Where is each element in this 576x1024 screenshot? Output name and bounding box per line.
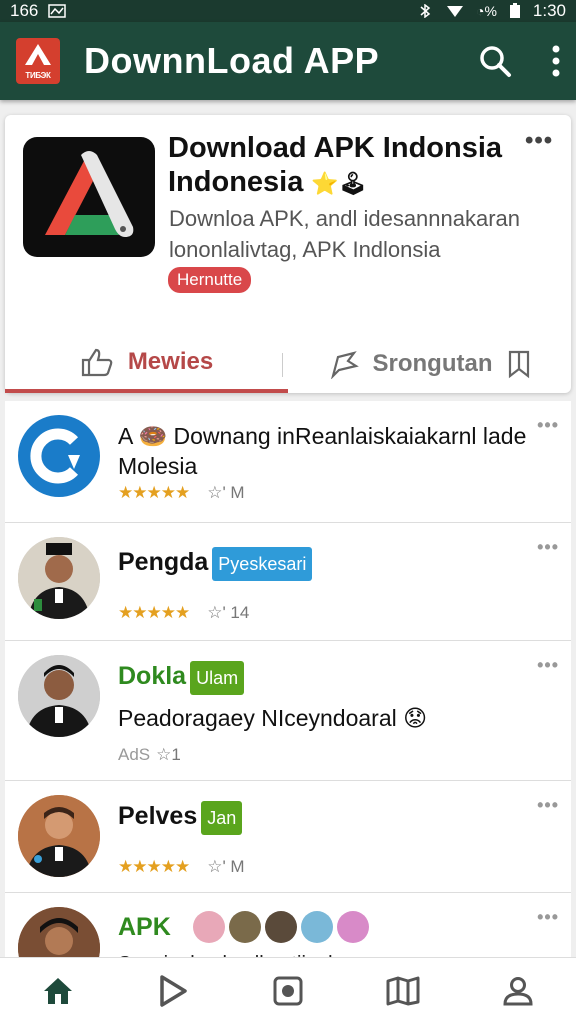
title-emoji: ⭐🕹 bbox=[311, 171, 367, 196]
item-title: Pelves Jan bbox=[118, 801, 243, 835]
person-avatar-icon bbox=[18, 795, 100, 877]
battery-percent: % bbox=[484, 3, 497, 19]
app-description: Downloa APK, andl idesannnakaran lononla… bbox=[169, 206, 521, 262]
app-bar: TИБЭК DownnLoad APP bbox=[0, 22, 576, 100]
ads-row: AdS ☆1 bbox=[118, 745, 181, 765]
tab-divider bbox=[282, 353, 283, 377]
avatar bbox=[18, 655, 100, 737]
status-time: 1:30 bbox=[532, 1, 566, 20]
item-title: Pengda Pyeskesari bbox=[118, 547, 313, 581]
nav-profile[interactable] bbox=[488, 966, 548, 1016]
map-icon bbox=[386, 976, 420, 1006]
item-more-icon[interactable]: ••• bbox=[537, 795, 559, 816]
item-more-icon[interactable]: ••• bbox=[537, 415, 559, 436]
list-item[interactable]: APK Sunsinaknakaelkuutiinal ••• bbox=[5, 893, 571, 957]
item-title: A 🍩 Downang inReanlaiskaiakarnl lade Mol… bbox=[118, 423, 527, 479]
person-avatar-icon bbox=[18, 655, 100, 737]
ads-meta: ☆1 bbox=[156, 745, 181, 764]
item-name: Pengda bbox=[118, 548, 209, 577]
wifi-icon bbox=[446, 6, 463, 17]
nav-play[interactable] bbox=[143, 966, 203, 1016]
app-a-logo-icon bbox=[45, 151, 134, 237]
status-bar: 166 ◔% 1:30 bbox=[0, 0, 576, 22]
rating-stars: ★★★★★ ☆' 14 bbox=[118, 603, 249, 623]
notification-icon bbox=[48, 4, 67, 18]
item-more-icon[interactable]: ••• bbox=[537, 655, 559, 676]
avatar bbox=[18, 795, 100, 877]
app-title-line2: Indonesia bbox=[168, 166, 304, 198]
mini-avatar bbox=[192, 911, 225, 943]
list-item[interactable]: A 🍩 Downang inReanlaiskaiakarnl lade Mol… bbox=[5, 401, 571, 523]
app-tabs: Mewies Srongutan bbox=[5, 335, 571, 393]
item-name: Pelves bbox=[118, 802, 198, 831]
nav-camera[interactable] bbox=[258, 966, 318, 1016]
ads-label: AdS bbox=[118, 745, 151, 764]
app-logo[interactable]: TИБЭК bbox=[16, 38, 60, 84]
mini-avatar bbox=[300, 911, 333, 943]
bottom-nav bbox=[0, 957, 576, 1024]
app-title: Download APK Indonsia Indonesia ⭐🕹 bbox=[168, 131, 518, 201]
mini-avatar bbox=[336, 911, 369, 943]
tab-mewies[interactable]: Mewies bbox=[5, 335, 288, 393]
item-title: Dokla Ulam bbox=[118, 661, 245, 695]
nav-map[interactable] bbox=[373, 966, 433, 1016]
item-meta: ☆' M bbox=[207, 483, 245, 502]
bookmark-icon[interactable] bbox=[507, 349, 531, 379]
nav-home[interactable] bbox=[28, 966, 88, 1016]
tab-srongutan-label: Srongutan bbox=[372, 350, 493, 377]
thumbs-up-icon bbox=[81, 348, 113, 377]
item-title: APK bbox=[118, 911, 369, 943]
app-title-line1: Download APK Indonsia bbox=[168, 132, 503, 164]
item-name: Dokla bbox=[118, 662, 187, 691]
mini-avatar bbox=[228, 911, 261, 943]
home-icon bbox=[43, 978, 72, 1004]
avatar bbox=[18, 907, 100, 957]
tab-mewies-label: Mewies bbox=[127, 348, 214, 375]
rating-stars: ★★★★★ ☆' M bbox=[118, 483, 245, 503]
battery-saver-icon: ◔% bbox=[475, 3, 497, 19]
c-logo-icon bbox=[30, 428, 80, 484]
logo-a-icon bbox=[25, 44, 51, 65]
item-badge: Pyeskesari bbox=[212, 547, 313, 581]
person-avatar-icon bbox=[18, 907, 100, 957]
app-badge[interactable]: Hernutte bbox=[168, 267, 252, 293]
item-meta: ☆' 14 bbox=[207, 603, 250, 622]
search-icon[interactable] bbox=[478, 44, 512, 78]
mini-avatar bbox=[264, 911, 297, 943]
camera-icon bbox=[273, 976, 303, 1006]
app-icon[interactable] bbox=[23, 137, 155, 257]
tab-srongutan[interactable]: Srongutan bbox=[288, 335, 571, 393]
avatar bbox=[18, 415, 100, 497]
list-item[interactable]: Pelves Jan ★★★★★ ☆' M ••• bbox=[5, 781, 571, 893]
app-card: Download APK Indonsia Indonesia ⭐🕹 ••• D… bbox=[5, 115, 571, 393]
status-left-text: 166 bbox=[10, 1, 39, 20]
item-more-icon[interactable]: ••• bbox=[537, 537, 559, 558]
app-card-more-icon[interactable]: ••• bbox=[525, 127, 553, 155]
share-icon bbox=[330, 351, 359, 379]
item-name: APK bbox=[118, 913, 171, 941]
person-avatar-icon bbox=[18, 537, 100, 619]
list-item[interactable]: Pengda Pyeskesari ★★★★★ ☆' 14 ••• bbox=[5, 523, 571, 641]
rating-stars: ★★★★★ ☆' M bbox=[118, 857, 245, 877]
feed-list: A 🍩 Downang inReanlaiskaiakarnl lade Mol… bbox=[5, 401, 571, 957]
play-icon bbox=[160, 975, 187, 1007]
item-text: Peadoragaey NIceyndoaral 😟 bbox=[118, 705, 428, 731]
battery-icon bbox=[509, 3, 520, 18]
item-badge: Jan bbox=[201, 801, 243, 835]
item-badge: Ulam bbox=[190, 661, 245, 695]
page-title: DownnLoad APP bbox=[84, 40, 380, 81]
stars-glyphs: ★★★★★ bbox=[118, 857, 190, 876]
stars-glyphs: ★★★★★ bbox=[118, 483, 190, 502]
profile-icon bbox=[503, 977, 533, 1006]
item-meta: ☆' M bbox=[207, 857, 245, 876]
overflow-menu-icon[interactable] bbox=[552, 45, 560, 77]
bluetooth-icon bbox=[420, 4, 431, 18]
avatar bbox=[18, 537, 100, 619]
stars-glyphs: ★★★★★ bbox=[118, 603, 190, 622]
item-text: Sunsinaknakaelkuutiinal bbox=[118, 949, 333, 957]
logo-label: TИБЭК bbox=[25, 71, 51, 80]
item-more-icon[interactable]: ••• bbox=[537, 907, 559, 928]
list-item[interactable]: Dokla Ulam Peadoragaey NIceyndoaral 😟 AdS… bbox=[5, 641, 571, 781]
